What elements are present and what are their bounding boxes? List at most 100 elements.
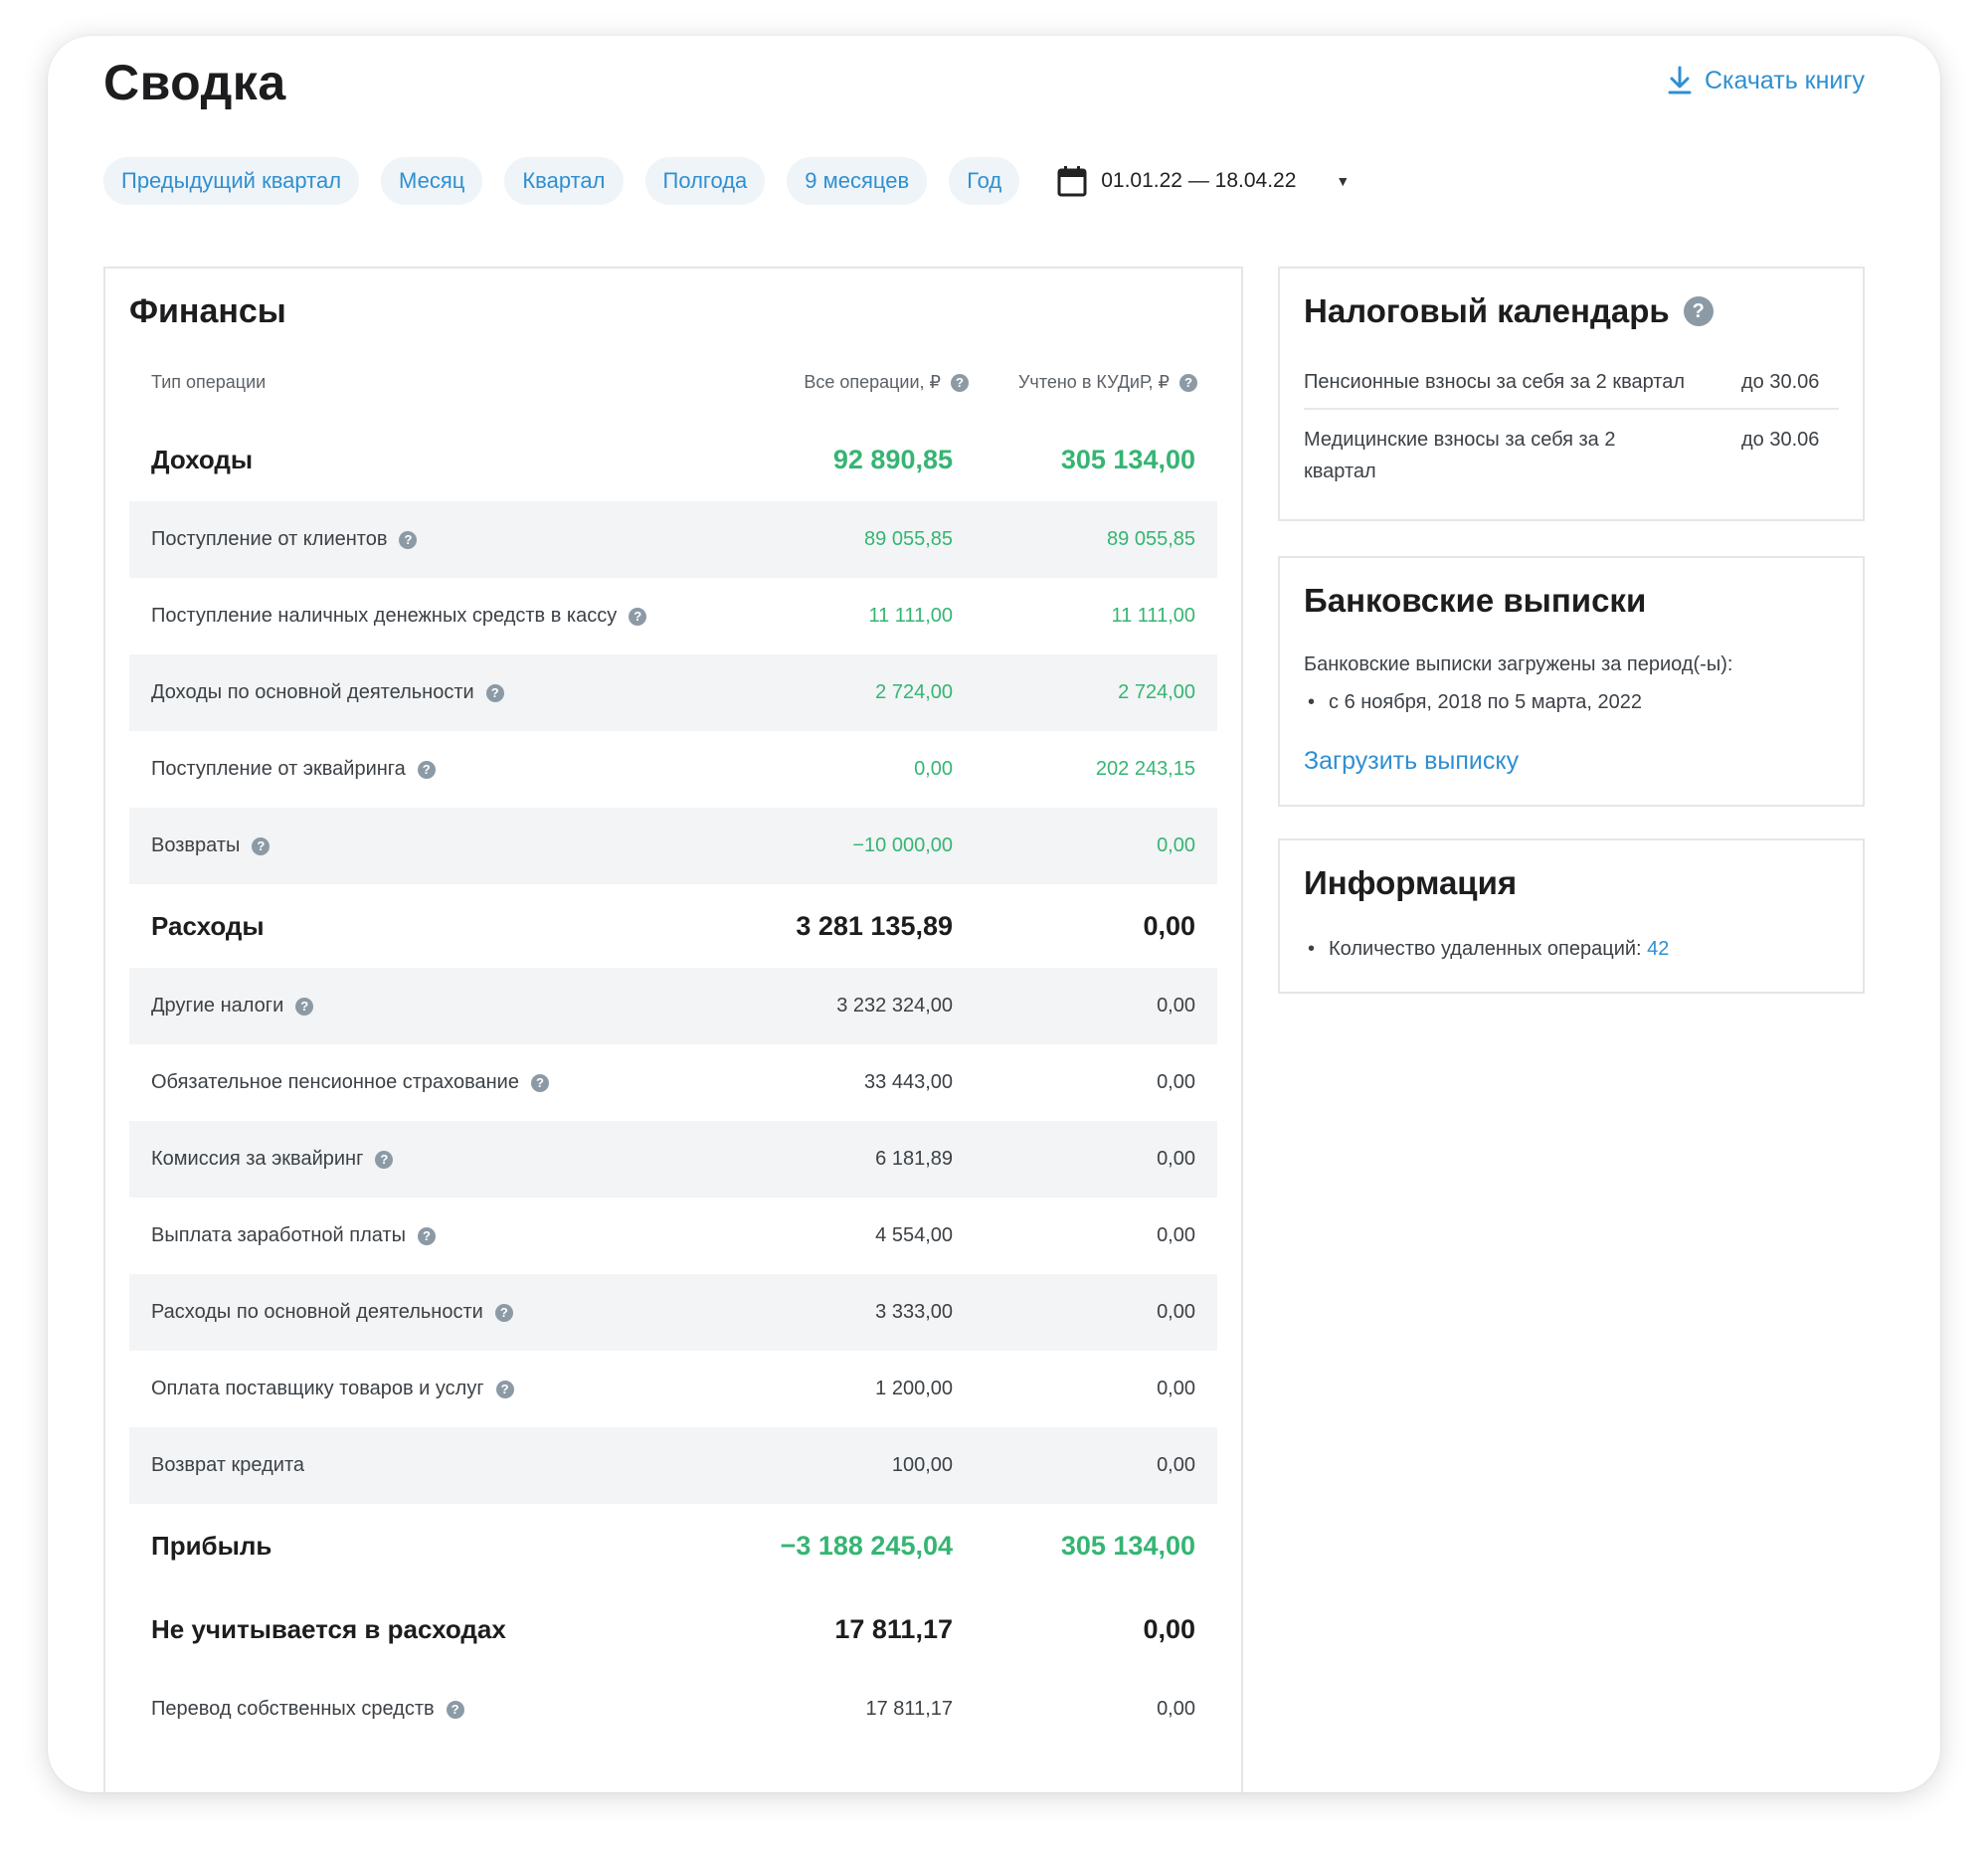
table-row[interactable]: Доходы по основной деятельности? 2 724,0… — [129, 654, 1217, 731]
help-icon[interactable]: ? — [629, 607, 647, 626]
row-kudir-value: 0,00 — [1157, 1148, 1195, 1170]
info-title: Информация — [1304, 864, 1518, 901]
help-icon[interactable]: ? — [417, 760, 436, 779]
deleted-operations-item: • Количество удаленных операций: 42 — [1308, 938, 1669, 961]
period-chip-year[interactable]: Год — [949, 157, 1020, 205]
row-label: Обязательное пенсионное страхование — [151, 1071, 519, 1093]
table-row[interactable]: Комиссия за эквайринг? 6 181,89 0,00 — [129, 1121, 1217, 1198]
help-icon[interactable]: ? — [1179, 373, 1197, 392]
period-chip-9-months[interactable]: 9 месяцев — [787, 157, 928, 205]
download-book-link[interactable]: Скачать книгу — [1667, 66, 1865, 95]
help-icon[interactable]: ? — [1683, 296, 1714, 326]
income-all-value: 92 890,85 — [832, 444, 953, 474]
help-icon[interactable]: ? — [295, 997, 314, 1016]
row-all-value: 100,00 — [891, 1454, 953, 1476]
download-label: Скачать книгу — [1704, 66, 1865, 94]
row-kudir-value: 202 243,15 — [1095, 758, 1195, 780]
help-icon[interactable]: ? — [530, 1073, 549, 1092]
row-label: Возврат кредита — [151, 1454, 305, 1476]
finance-table: Доходы 92 890,85 305 134,00 Поступление … — [129, 418, 1217, 1748]
row-kudir-value: 2 724,00 — [1118, 681, 1195, 703]
row-label: Расходы — [151, 910, 265, 941]
table-row[interactable]: Расходы по основной деятельности? 3 333,… — [129, 1274, 1217, 1351]
table-row[interactable]: Выплата заработной платы? 4 554,00 0,00 — [129, 1198, 1217, 1274]
row-label: Поступление наличных денежных средств в … — [151, 605, 618, 627]
bullet-icon: • — [1308, 691, 1316, 713]
row-kudir-value: 0,00 — [1157, 1224, 1195, 1246]
deleted-operations-label: Количество удаленных операций: — [1329, 938, 1642, 960]
row-kudir-value: 0,00 — [1157, 1071, 1195, 1093]
row-all-value: 33 443,00 — [864, 1071, 953, 1093]
period-chip-prev-quarter[interactable]: Предыдущий квартал — [103, 157, 360, 205]
help-icon[interactable]: ? — [446, 1700, 464, 1719]
row-all-value: 11 111,00 — [868, 605, 953, 627]
help-icon[interactable]: ? — [375, 1150, 394, 1169]
row-kudir-value: 0,00 — [1157, 995, 1195, 1017]
row-kudir-value: 0,00 — [1157, 1454, 1195, 1476]
row-label: Доходы — [151, 444, 254, 474]
col-kudir: Учтено в КУДиР, ₽ ? — [1018, 372, 1197, 393]
download-icon — [1668, 66, 1692, 94]
col-all-operations-label: Все операции, ₽ — [804, 372, 941, 392]
table-row[interactable]: Поступление наличных денежных средств в … — [129, 578, 1217, 654]
period-chip-quarter[interactable]: Квартал — [504, 157, 624, 205]
table-row[interactable]: Обязательное пенсионное страхование? 33 … — [129, 1044, 1217, 1121]
row-all-value: 3 232 324,00 — [836, 995, 953, 1017]
table-row[interactable]: Оплата поставщику товаров и услуг? 1 200… — [129, 1351, 1217, 1427]
date-range-picker[interactable]: 01.01.22 — 18.04.22 ▼ — [1057, 165, 1350, 197]
upload-statement-link[interactable]: Загрузить выписку — [1304, 747, 1519, 776]
row-all-value: 6 181,89 — [875, 1148, 953, 1170]
period-filter-bar: Предыдущий квартал Месяц Квартал Полгода… — [103, 157, 1350, 205]
expenses-kudir-value: 0,00 — [1143, 910, 1195, 941]
table-row[interactable]: Возвраты? −10 000,00 0,00 — [129, 808, 1217, 884]
row-all-value: 0,00 — [914, 758, 953, 780]
table-row[interactable]: Поступление от эквайринга? 0,00 202 243,… — [129, 731, 1217, 808]
table-row[interactable]: Поступление от клиентов? 89 055,85 89 05… — [129, 501, 1217, 578]
table-row[interactable]: Перевод собственных средств? 17 811,17 0… — [129, 1671, 1217, 1748]
row-label: Оплата поставщику товаров и услуг — [151, 1378, 484, 1399]
summary-card: Сводка Скачать книгу Предыдущий квартал … — [48, 36, 1940, 1792]
profit-row: Прибыль −3 188 245,04 305 134,00 — [129, 1504, 1217, 1587]
row-label: Поступление от клиентов — [151, 528, 388, 550]
info-panel: Информация • Количество удаленных операц… — [1278, 838, 1865, 994]
col-all-operations: Все операции, ₽ ? — [804, 372, 969, 393]
not-counted-all-value: 17 811,17 — [834, 1613, 953, 1644]
row-all-value: 17 811,17 — [865, 1698, 954, 1720]
row-label: Расходы по основной деятельности — [151, 1301, 483, 1323]
date-range-value: 01.01.22 — 18.04.22 — [1101, 169, 1297, 192]
income-total-row: Доходы 92 890,85 305 134,00 — [129, 418, 1217, 501]
row-all-value: 3 333,00 — [875, 1301, 953, 1323]
row-all-value: 89 055,85 — [864, 528, 953, 550]
deleted-operations-count[interactable]: 42 — [1647, 938, 1669, 960]
tax-item-text: Медицинские взносы за себя за 2 квартал — [1304, 429, 1616, 482]
help-icon[interactable]: ? — [399, 530, 418, 549]
page-title: Сводка — [103, 55, 286, 110]
row-label: Поступление от эквайринга — [151, 758, 406, 780]
table-row[interactable]: Возврат кредита 100,00 0,00 — [129, 1427, 1217, 1504]
tax-item-text: Пенсионные взносы за себя за 2 квартал — [1304, 371, 1686, 393]
row-kudir-value: 89 055,85 — [1107, 528, 1195, 550]
col-kudir-label: Учтено в КУДиР, ₽ — [1018, 372, 1170, 392]
row-all-value: −10 000,00 — [852, 834, 953, 856]
help-icon[interactable]: ? — [417, 1226, 436, 1245]
row-all-value: 4 554,00 — [875, 1224, 953, 1246]
tax-calendar-title: Налоговый календарь ? — [1304, 292, 1714, 330]
period-chip-half-year[interactable]: Полгода — [644, 157, 766, 205]
help-icon[interactable]: ? — [485, 683, 504, 702]
tax-item-due: до 30.06 — [1741, 371, 1820, 393]
profit-kudir-value: 305 134,00 — [1060, 1530, 1195, 1561]
finance-panel: Финансы Тип операции Все операции, ₽ ? У… — [103, 267, 1243, 1792]
chevron-down-icon: ▼ — [1336, 173, 1351, 189]
help-icon[interactable]: ? — [494, 1303, 513, 1322]
finance-title: Финансы — [129, 292, 286, 330]
row-all-value: 1 200,00 — [875, 1378, 953, 1399]
table-row[interactable]: Другие налоги? 3 232 324,00 0,00 — [129, 968, 1217, 1044]
help-icon[interactable]: ? — [951, 373, 969, 392]
row-kudir-value: 0,00 — [1157, 1301, 1195, 1323]
period-chip-month[interactable]: Месяц — [381, 157, 483, 205]
help-icon[interactable]: ? — [252, 836, 271, 855]
bank-statements-title: Банковские выписки — [1304, 582, 1647, 619]
tax-calendar-panel: Налоговый календарь ? Пенсионные взносы … — [1278, 267, 1865, 521]
not-counted-row: Не учитывается в расходах 17 811,17 0,00 — [129, 1587, 1217, 1671]
help-icon[interactable]: ? — [495, 1380, 514, 1398]
